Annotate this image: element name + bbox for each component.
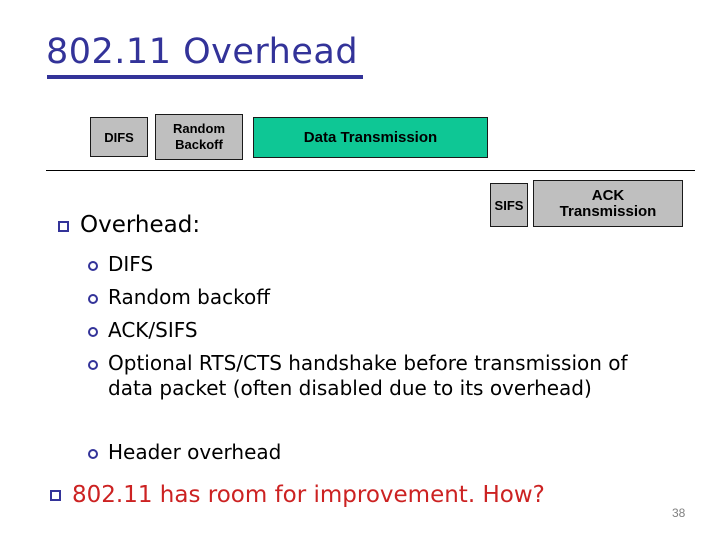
timeline-box-ack-transmission-line2: Transmission bbox=[559, 202, 657, 220]
list-item-ack-sifs: ACK/SIFS bbox=[88, 318, 198, 343]
list-item-label: ACK/SIFS bbox=[108, 318, 198, 342]
list-item-label: Random backoff bbox=[108, 285, 270, 309]
timeline-diagram: DIFS Random Backoff Data Transmission SI… bbox=[0, 0, 720, 240]
list-item-label: DIFS bbox=[108, 252, 154, 276]
timeline-box-data-transmission: Data Transmission bbox=[253, 117, 488, 158]
list-item-label: Header overhead bbox=[108, 440, 282, 464]
list-item-random-backoff: Random backoff bbox=[88, 285, 270, 310]
list-item-overhead: Overhead: bbox=[58, 212, 200, 238]
timeline-box-random-backoff: Random Backoff bbox=[155, 114, 243, 160]
list-item-closing-statement: 802.11 has room for improvement. How? bbox=[50, 482, 545, 508]
timeline-box-difs: DIFS bbox=[90, 117, 148, 157]
list-item-optional-rts-cts: Optional RTS/CTS handshake before transm… bbox=[88, 351, 668, 401]
page-number: 38 bbox=[672, 506, 686, 520]
circle-bullet-icon bbox=[88, 327, 98, 337]
timeline-box-sifs: SIFS bbox=[490, 183, 528, 227]
list-item-label: Optional RTS/CTS handshake before transm… bbox=[108, 351, 628, 400]
timeline-box-random-backoff-line1: Random bbox=[173, 121, 225, 136]
list-item-header-overhead: Header overhead bbox=[88, 440, 281, 465]
timeline-box-ack-transmission-line1: ACK bbox=[591, 186, 625, 204]
timeline-divider bbox=[46, 170, 695, 171]
square-bullet-icon bbox=[58, 221, 69, 232]
circle-bullet-icon bbox=[88, 294, 98, 304]
list-item-label: 802.11 has room for improvement. How? bbox=[72, 482, 545, 508]
circle-bullet-icon bbox=[88, 449, 98, 459]
circle-bullet-icon bbox=[88, 360, 98, 370]
timeline-box-random-backoff-line2: Backoff bbox=[175, 137, 223, 152]
list-item-label: Overhead: bbox=[80, 212, 201, 238]
list-item-difs: DIFS bbox=[88, 252, 153, 277]
square-bullet-icon bbox=[50, 490, 61, 501]
circle-bullet-icon bbox=[88, 261, 98, 271]
timeline-box-ack-transmission: ACK Transmission bbox=[533, 180, 683, 227]
timeline-box-sifs-label: SIFS bbox=[494, 197, 524, 213]
